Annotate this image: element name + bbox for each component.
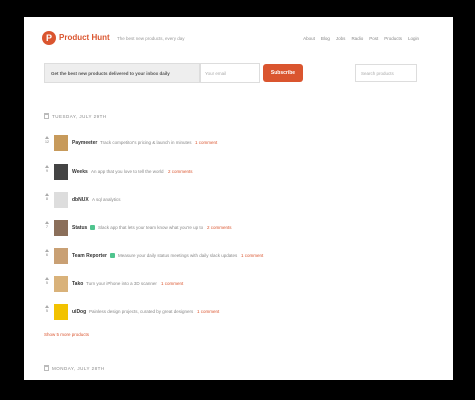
upvote-button[interactable]: 8 xyxy=(44,193,50,207)
post-row[interactable]: 5 uiDog Painless design projects, curated … xyxy=(44,302,434,322)
top-nav: About Blog Jobs Radio Post Products Logi… xyxy=(303,36,419,41)
post-thumbnail[interactable] xyxy=(54,164,68,180)
upvote-arrow-icon xyxy=(45,249,49,252)
post-title[interactable]: Paymeeter xyxy=(72,140,97,146)
post-tagline: A sql analytics xyxy=(92,197,121,202)
upvote-button[interactable]: 12 xyxy=(44,136,50,150)
vote-count: 12 xyxy=(45,140,49,144)
upvote-button[interactable]: 6 xyxy=(44,249,50,263)
upvote-arrow-icon xyxy=(45,305,49,308)
search-input[interactable]: Search products xyxy=(355,64,417,82)
maker-badge-icon xyxy=(110,253,115,258)
subscribe-button[interactable]: Subscribe xyxy=(263,64,303,82)
subscribe-text: Get the best new products delivered to y… xyxy=(51,71,170,76)
calendar-icon xyxy=(44,365,49,371)
comments-link[interactable]: 1 comment xyxy=(161,281,183,286)
post-tagline: Turn your iPhone into a 3D scanner xyxy=(86,281,157,286)
upvote-button[interactable]: 5 xyxy=(44,305,50,319)
vote-count: 9 xyxy=(46,169,48,173)
day-heading: MONDAY, JULY 28TH xyxy=(44,365,105,371)
post-thumbnail[interactable] xyxy=(54,276,68,292)
day-label: MONDAY, JULY 28TH xyxy=(52,365,105,371)
comments-link[interactable]: 1 comment xyxy=(195,140,217,145)
post-row[interactable]: 12 Paymeeter Track competitor's pricing & … xyxy=(44,133,434,153)
upvote-arrow-icon xyxy=(45,193,49,196)
post-thumbnail[interactable] xyxy=(54,248,68,264)
browser-window: P Product Hunt The best new products, ev… xyxy=(24,17,453,380)
post-thumbnail[interactable] xyxy=(54,135,68,151)
day-label: TUESDAY, JULY 29TH xyxy=(52,113,107,119)
vote-count: 7 xyxy=(46,225,48,229)
upvote-button[interactable]: 7 xyxy=(44,221,50,235)
comments-link[interactable]: 1 comment xyxy=(241,253,263,258)
upvote-button[interactable]: 5 xyxy=(44,277,50,291)
post-thumbnail[interactable] xyxy=(54,304,68,320)
nav-radio-link[interactable]: Radio xyxy=(351,36,363,41)
product-hunt-logo-icon[interactable]: P xyxy=(42,31,56,45)
nav-products-link[interactable]: Products xyxy=(384,36,402,41)
search-placeholder: Search products xyxy=(361,71,394,76)
comments-link[interactable]: 2 comments xyxy=(207,225,232,230)
comments-link[interactable]: 1 comment xyxy=(197,309,219,314)
post-title[interactable]: dbNUX xyxy=(72,197,89,203)
upvote-arrow-icon xyxy=(45,136,49,139)
vote-count: 6 xyxy=(46,253,48,257)
site-header: P Product Hunt The best new products, ev… xyxy=(24,17,453,63)
post-row[interactable]: 6 Team Reporter Measure your daily status … xyxy=(44,246,434,266)
post-row[interactable]: 7 Status Slack app that lets your team kno… xyxy=(44,218,434,238)
post-title[interactable]: Weeks xyxy=(72,169,88,175)
nav-post-link[interactable]: Post xyxy=(369,36,378,41)
nav-blog-link[interactable]: Blog xyxy=(321,36,330,41)
post-row[interactable]: 8 dbNUX A sql analytics xyxy=(44,190,434,210)
day-heading: TUESDAY, JULY 29TH xyxy=(44,113,107,119)
calendar-icon xyxy=(44,113,49,119)
maker-badge-icon xyxy=(90,225,95,230)
show-more-link[interactable]: Show 5 more products xyxy=(44,332,89,337)
post-title[interactable]: uiDog xyxy=(72,309,86,315)
nav-about-link[interactable]: About xyxy=(303,36,315,41)
post-title[interactable]: Tako xyxy=(72,281,83,287)
post-tagline: Painless design projects, curated by gre… xyxy=(89,309,194,314)
upvote-arrow-icon xyxy=(45,221,49,224)
post-tagline: An app that you love to tell the world xyxy=(91,169,164,174)
post-tagline: Measure your daily status meetings with … xyxy=(118,253,238,258)
post-title[interactable]: Team Reporter xyxy=(72,253,107,259)
subscribe-banner: Get the best new products delivered to y… xyxy=(44,63,200,83)
upvote-arrow-icon xyxy=(45,165,49,168)
post-thumbnail[interactable] xyxy=(54,192,68,208)
vote-count: 5 xyxy=(46,281,48,285)
upvote-button[interactable]: 9 xyxy=(44,165,50,179)
upvote-arrow-icon xyxy=(45,277,49,280)
nav-login-link[interactable]: Login xyxy=(408,36,419,41)
post-row[interactable]: 5 Tako Turn your iPhone into a 3D scanner 1… xyxy=(44,274,434,294)
site-tagline: The best new products, every day xyxy=(117,36,185,41)
vote-count: 8 xyxy=(46,197,48,201)
post-row[interactable]: 9 Weeks An app that you love to tell the w… xyxy=(44,162,434,182)
post-tagline: Slack app that lets your team know what … xyxy=(98,225,204,230)
post-tagline: Track competitor's pricing & launch in m… xyxy=(100,140,192,145)
post-thumbnail[interactable] xyxy=(54,220,68,236)
post-title[interactable]: Status xyxy=(72,225,87,231)
email-field[interactable] xyxy=(200,63,260,83)
comments-link[interactable]: 2 comments xyxy=(168,169,193,174)
nav-jobs-link[interactable]: Jobs xyxy=(336,36,346,41)
vote-count: 5 xyxy=(46,309,48,313)
site-logo-text[interactable]: Product Hunt xyxy=(59,33,110,42)
